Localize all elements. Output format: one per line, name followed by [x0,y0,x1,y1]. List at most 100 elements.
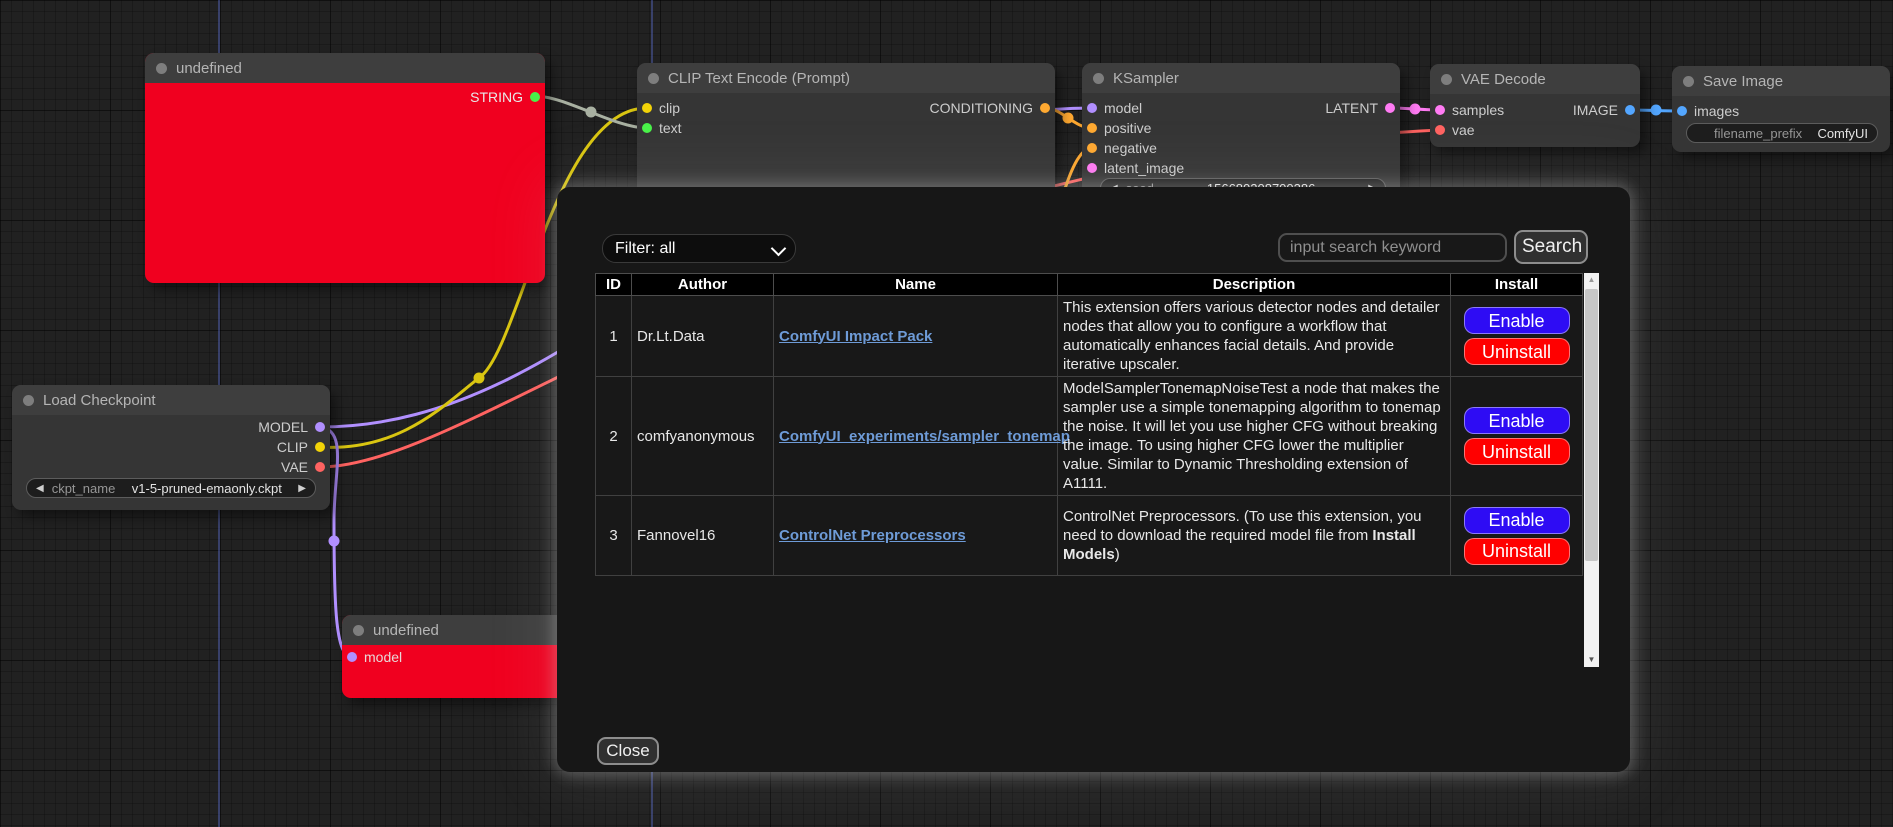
output-slot-dot[interactable] [1040,103,1050,113]
input-slot-label: text [659,120,682,136]
scroll-up-arrow-icon[interactable]: ▲ [1584,273,1599,287]
description-text: This extension offers various detector n… [1063,299,1440,373]
input-slot-latent-image[interactable]: latent_image [1087,158,1184,178]
widget-name: ckpt_name [52,481,116,496]
table-row: 3 Fannovel16 ControlNet Preprocessors Co… [596,496,1583,576]
search-input[interactable] [1278,233,1507,262]
node-undefined-bottom[interactable]: undefined model [342,615,572,698]
extension-link[interactable]: ComfyUI_experiments/sampler_tonemap [779,428,1070,445]
scrollbar-thumb[interactable] [1585,289,1598,561]
input-slot-dot[interactable] [347,652,357,662]
widget-name: filename_prefix [1714,126,1802,141]
enable-button[interactable]: Enable [1464,407,1570,434]
input-slot-dot[interactable] [642,103,652,113]
input-slot-model[interactable]: model [347,647,402,667]
extension-link[interactable]: ControlNet Preprocessors [779,527,966,544]
node-title-bar[interactable]: VAE Decode [1430,64,1640,94]
output-slot-dot[interactable] [530,92,540,102]
node-title: Save Image [1703,73,1783,90]
node-title-bar[interactable]: CLIP Text Encode (Prompt) [637,63,1055,93]
next-arrow-icon[interactable]: ▶ [298,483,306,494]
node-collapse-icon[interactable] [648,73,659,84]
output-slot-dot[interactable] [315,422,325,432]
enable-button[interactable]: Enable [1464,507,1570,534]
node-undefined-top[interactable]: undefined STRING [145,53,545,283]
node-collapse-icon[interactable] [1441,74,1452,85]
extensions-table: ID Author Name Description Install 1 Dr.… [595,273,1583,576]
input-slot-dot[interactable] [1435,105,1445,115]
output-slot-dot[interactable] [1385,103,1395,113]
node-title: undefined [373,622,439,639]
output-slot-vae[interactable]: VAE [281,457,325,477]
input-slot-samples[interactable]: samples [1435,100,1504,120]
output-slot-dot[interactable] [315,462,325,472]
link-center-dot [1063,113,1074,124]
input-slot-dot[interactable] [1087,143,1097,153]
node-save-image[interactable]: Save Image images filename_prefix ComfyU… [1672,66,1890,152]
input-slot-dot[interactable] [1087,163,1097,173]
output-slot-model[interactable]: MODEL [258,417,325,437]
search-button[interactable]: Search [1514,230,1588,264]
link-center-dot [1410,104,1421,115]
node-collapse-icon[interactable] [1093,73,1104,84]
output-slot-label: CLIP [277,439,308,455]
cell-id: 1 [596,296,632,377]
cell-id: 3 [596,496,632,576]
close-button[interactable]: Close [597,737,659,765]
node-collapse-icon[interactable] [1683,76,1694,87]
node-collapse-icon[interactable] [353,625,364,636]
table-scrollbar[interactable]: ▲ ▼ [1584,273,1599,667]
output-slot-conditioning[interactable]: CONDITIONING [930,98,1050,118]
node-graph-canvas[interactable]: undefined STRING CLIP Text Encode (Promp… [0,0,1893,827]
input-slot-dot[interactable] [1087,123,1097,133]
node-load-checkpoint[interactable]: Load Checkpoint MODEL CLIP VAE ◀ ckpt_na… [12,385,330,510]
extension-link[interactable]: ComfyUI Impact Pack [779,328,932,345]
ckpt-name-widget[interactable]: ◀ ckpt_name v1-5-pruned-emaonly.ckpt ▶ [26,478,316,498]
input-slot-images[interactable]: images [1677,101,1739,121]
node-title-bar[interactable]: undefined [342,615,572,645]
uninstall-button[interactable]: Uninstall [1464,338,1570,365]
col-header-id: ID [596,274,632,296]
input-slot-positive[interactable]: positive [1087,118,1151,138]
input-slot-label: model [364,649,402,665]
prev-arrow-icon[interactable]: ◀ [36,483,44,494]
uninstall-button[interactable]: Uninstall [1464,538,1570,565]
output-slot-clip[interactable]: CLIP [277,437,325,457]
input-slot-label: samples [1452,102,1504,118]
enable-button[interactable]: Enable [1464,307,1570,334]
node-collapse-icon[interactable] [156,63,167,74]
input-slot-clip[interactable]: clip [642,98,680,118]
input-slot-dot[interactable] [1435,125,1445,135]
node-title-bar[interactable]: Load Checkpoint [12,385,330,415]
input-slot-dot[interactable] [642,123,652,133]
output-slot-dot[interactable] [315,442,325,452]
input-slot-dot[interactable] [1087,103,1097,113]
uninstall-button[interactable]: Uninstall [1464,438,1570,465]
node-title-bar[interactable]: KSampler [1082,63,1400,93]
input-slot-model[interactable]: model [1087,98,1142,118]
scroll-down-arrow-icon[interactable]: ▼ [1584,653,1599,667]
output-slot-string[interactable]: STRING [470,87,540,107]
output-slot-dot[interactable] [1625,105,1635,115]
node-collapse-icon[interactable] [23,395,34,406]
node-vae-decode[interactable]: VAE Decode samples vae IMAGE [1430,64,1640,147]
output-slot-label: LATENT [1325,100,1378,116]
output-slot-image[interactable]: IMAGE [1573,100,1635,120]
input-slot-text[interactable]: text [642,118,682,138]
col-header-name: Name [774,274,1058,296]
filter-select[interactable]: Filter: all [602,234,796,263]
node-title-bar[interactable]: Save Image [1672,66,1890,96]
link-center-dot [1651,105,1662,116]
input-slot-label: model [1104,100,1142,116]
col-header-description: Description [1058,274,1451,296]
input-slot-label: latent_image [1104,160,1184,176]
filename-prefix-widget[interactable]: filename_prefix ComfyUI [1686,123,1878,143]
output-slot-latent[interactable]: LATENT [1325,98,1395,118]
input-slot-vae[interactable]: vae [1435,120,1475,140]
cell-install: Enable Uninstall [1451,377,1583,496]
input-slot-label: positive [1104,120,1151,136]
node-title-bar[interactable]: undefined [145,53,545,83]
input-slot-negative[interactable]: negative [1087,138,1157,158]
input-slot-dot[interactable] [1677,106,1687,116]
input-slot-label: clip [659,100,680,116]
